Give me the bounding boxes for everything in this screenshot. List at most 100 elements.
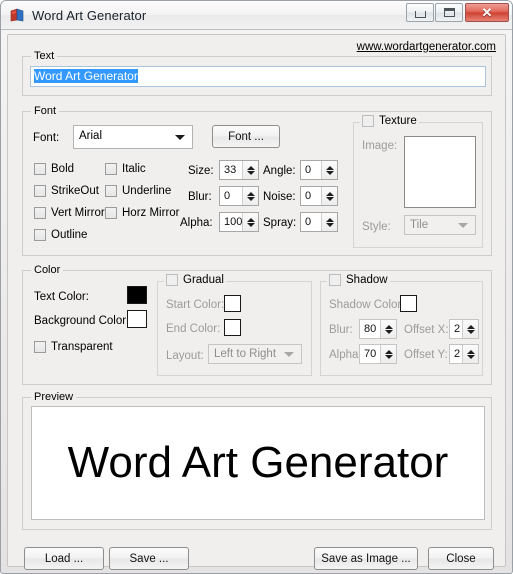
- stepper-arrows[interactable]: [380, 345, 396, 363]
- shadow-offset-x-value: 2: [454, 323, 461, 335]
- texture-style-combo[interactable]: Tile: [404, 215, 476, 235]
- maximize-button[interactable]: [435, 3, 463, 22]
- shadow-blur-label: Blur:: [329, 324, 353, 336]
- checkbox-label: Transparent: [51, 341, 113, 353]
- preview-group: Preview Word Art Generator: [22, 391, 492, 530]
- end-color-swatch[interactable]: [224, 319, 241, 336]
- shadow-color-swatch[interactable]: [400, 295, 417, 312]
- checkbox-box: [166, 274, 178, 286]
- angle-label: Angle:: [263, 165, 296, 177]
- checkbox-label: Italic: [122, 163, 146, 175]
- spray-value: 0: [305, 216, 312, 228]
- shadow-offset-x-stepper[interactable]: 2: [449, 319, 479, 339]
- save-button[interactable]: Save ...: [109, 547, 189, 570]
- angle-value: 0: [305, 164, 312, 176]
- angle-stepper[interactable]: 0: [300, 160, 338, 180]
- shadow-alpha-label: Alpha:: [329, 349, 362, 361]
- stepper-arrows[interactable]: [321, 161, 337, 179]
- shadow-offset-y-value: 2: [454, 348, 461, 360]
- checkbox-shadow[interactable]: Shadow: [327, 274, 390, 286]
- shadow-offset-x-label: Offset X:: [404, 324, 449, 336]
- text-group: Text Word Art Generator: [22, 50, 492, 96]
- size-value: 33: [224, 164, 237, 176]
- chevron-down-icon: [284, 352, 294, 357]
- text-input[interactable]: Word Art Generator: [30, 66, 486, 87]
- spray-stepper[interactable]: 0: [300, 212, 338, 232]
- shadow-group: Shadow Shadow Color: Blur: 80 Offset X: …: [320, 274, 483, 376]
- close-button[interactable]: ✕: [465, 3, 509, 22]
- title-bar: Word Art Generator ✕: [1, 1, 512, 30]
- checkbox-label: Gradual: [183, 274, 224, 286]
- shadow-alpha-value: 70: [364, 348, 377, 360]
- checkbox-label: Bold: [51, 163, 75, 175]
- checkbox-italic[interactable]: Italic: [105, 163, 146, 175]
- checkbox-strikeout[interactable]: StrikeOut: [34, 185, 99, 197]
- stepper-arrows[interactable]: [321, 213, 337, 231]
- alpha-value: 100: [224, 216, 242, 228]
- blur-stepper[interactable]: 0: [219, 186, 259, 206]
- checkbox-horz-mirror[interactable]: Horz Mirror: [105, 207, 180, 219]
- stepper-arrows[interactable]: [321, 187, 337, 205]
- checkbox-label: Underline: [122, 185, 172, 197]
- gradual-layout-combo[interactable]: Left to Right: [208, 344, 302, 364]
- preview-canvas[interactable]: Word Art Generator: [31, 406, 485, 520]
- noise-stepper[interactable]: 0: [300, 186, 338, 206]
- preview-group-title: Preview: [31, 391, 77, 403]
- shadow-offset-y-label: Offset Y:: [404, 349, 448, 361]
- noise-label: Noise:: [263, 191, 296, 203]
- checkbox-bold[interactable]: Bold: [34, 163, 74, 175]
- noise-value: 0: [305, 190, 312, 202]
- checkbox-label: Shadow: [346, 274, 388, 286]
- chevron-down-icon: [175, 135, 185, 140]
- layout-label: Layout:: [166, 350, 204, 362]
- texture-image-preview[interactable]: [404, 136, 476, 208]
- checkbox-texture[interactable]: Texture: [360, 115, 419, 127]
- font-family-combo[interactable]: Arial: [73, 125, 193, 149]
- checkbox-vert-mirror[interactable]: Vert Mirror: [34, 207, 105, 219]
- stepper-arrows[interactable]: [462, 320, 478, 338]
- gradual-layout-value: Left to Right: [214, 348, 277, 360]
- shadow-offset-y-stepper[interactable]: 2: [449, 344, 479, 364]
- checkbox-outline[interactable]: Outline: [34, 229, 87, 241]
- font-group-title: Font: [31, 105, 60, 117]
- save-as-image-button[interactable]: Save as Image ...: [314, 547, 418, 570]
- window-controls: ✕: [405, 3, 509, 22]
- text-group-title: Text: [31, 50, 58, 62]
- application-window: Word Art Generator ✕ www.wordartgenerato…: [0, 0, 513, 574]
- texture-image-label: Image:: [362, 140, 398, 152]
- checkbox-label: StrikeOut: [51, 185, 99, 197]
- minimize-button[interactable]: [406, 3, 434, 22]
- checkbox-gradual[interactable]: Gradual: [164, 274, 226, 286]
- close-dialog-button[interactable]: Close: [428, 547, 494, 570]
- checkbox-underline[interactable]: Underline: [105, 185, 171, 197]
- texture-style-label: Style:: [362, 221, 391, 233]
- checkbox-transparent[interactable]: Transparent: [34, 341, 113, 353]
- font-chooser-button[interactable]: Font ...: [212, 125, 280, 148]
- alpha-stepper[interactable]: 100: [219, 212, 259, 232]
- texture-group: Texture Image: Style: Tile: [353, 115, 483, 248]
- stepper-arrows[interactable]: [242, 213, 258, 231]
- maximize-icon: [443, 8, 455, 17]
- shadow-blur-value: 80: [364, 323, 377, 335]
- checkbox-box: [105, 163, 117, 175]
- minimize-icon: [414, 11, 426, 18]
- wordart-app-icon: [9, 7, 25, 23]
- shadow-blur-stepper[interactable]: 80: [359, 319, 397, 339]
- checkbox-box: [329, 274, 341, 286]
- load-button[interactable]: Load ...: [24, 547, 104, 570]
- stepper-arrows[interactable]: [462, 345, 478, 363]
- stepper-arrows[interactable]: [242, 161, 258, 179]
- background-color-swatch[interactable]: [127, 310, 147, 328]
- size-stepper[interactable]: 33: [219, 160, 259, 180]
- start-color-swatch[interactable]: [224, 295, 241, 312]
- stepper-arrows[interactable]: [380, 320, 396, 338]
- website-link[interactable]: www.wordartgenerator.com: [357, 41, 496, 53]
- size-label: Size:: [188, 165, 214, 177]
- text-color-swatch[interactable]: [127, 286, 147, 304]
- checkbox-label: Texture: [379, 115, 417, 127]
- checkbox-box: [105, 207, 117, 219]
- stepper-arrows[interactable]: [242, 187, 258, 205]
- shadow-alpha-stepper[interactable]: 70: [359, 344, 397, 364]
- texture-style-value: Tile: [410, 219, 429, 231]
- background-color-label: Background Color:: [34, 315, 130, 327]
